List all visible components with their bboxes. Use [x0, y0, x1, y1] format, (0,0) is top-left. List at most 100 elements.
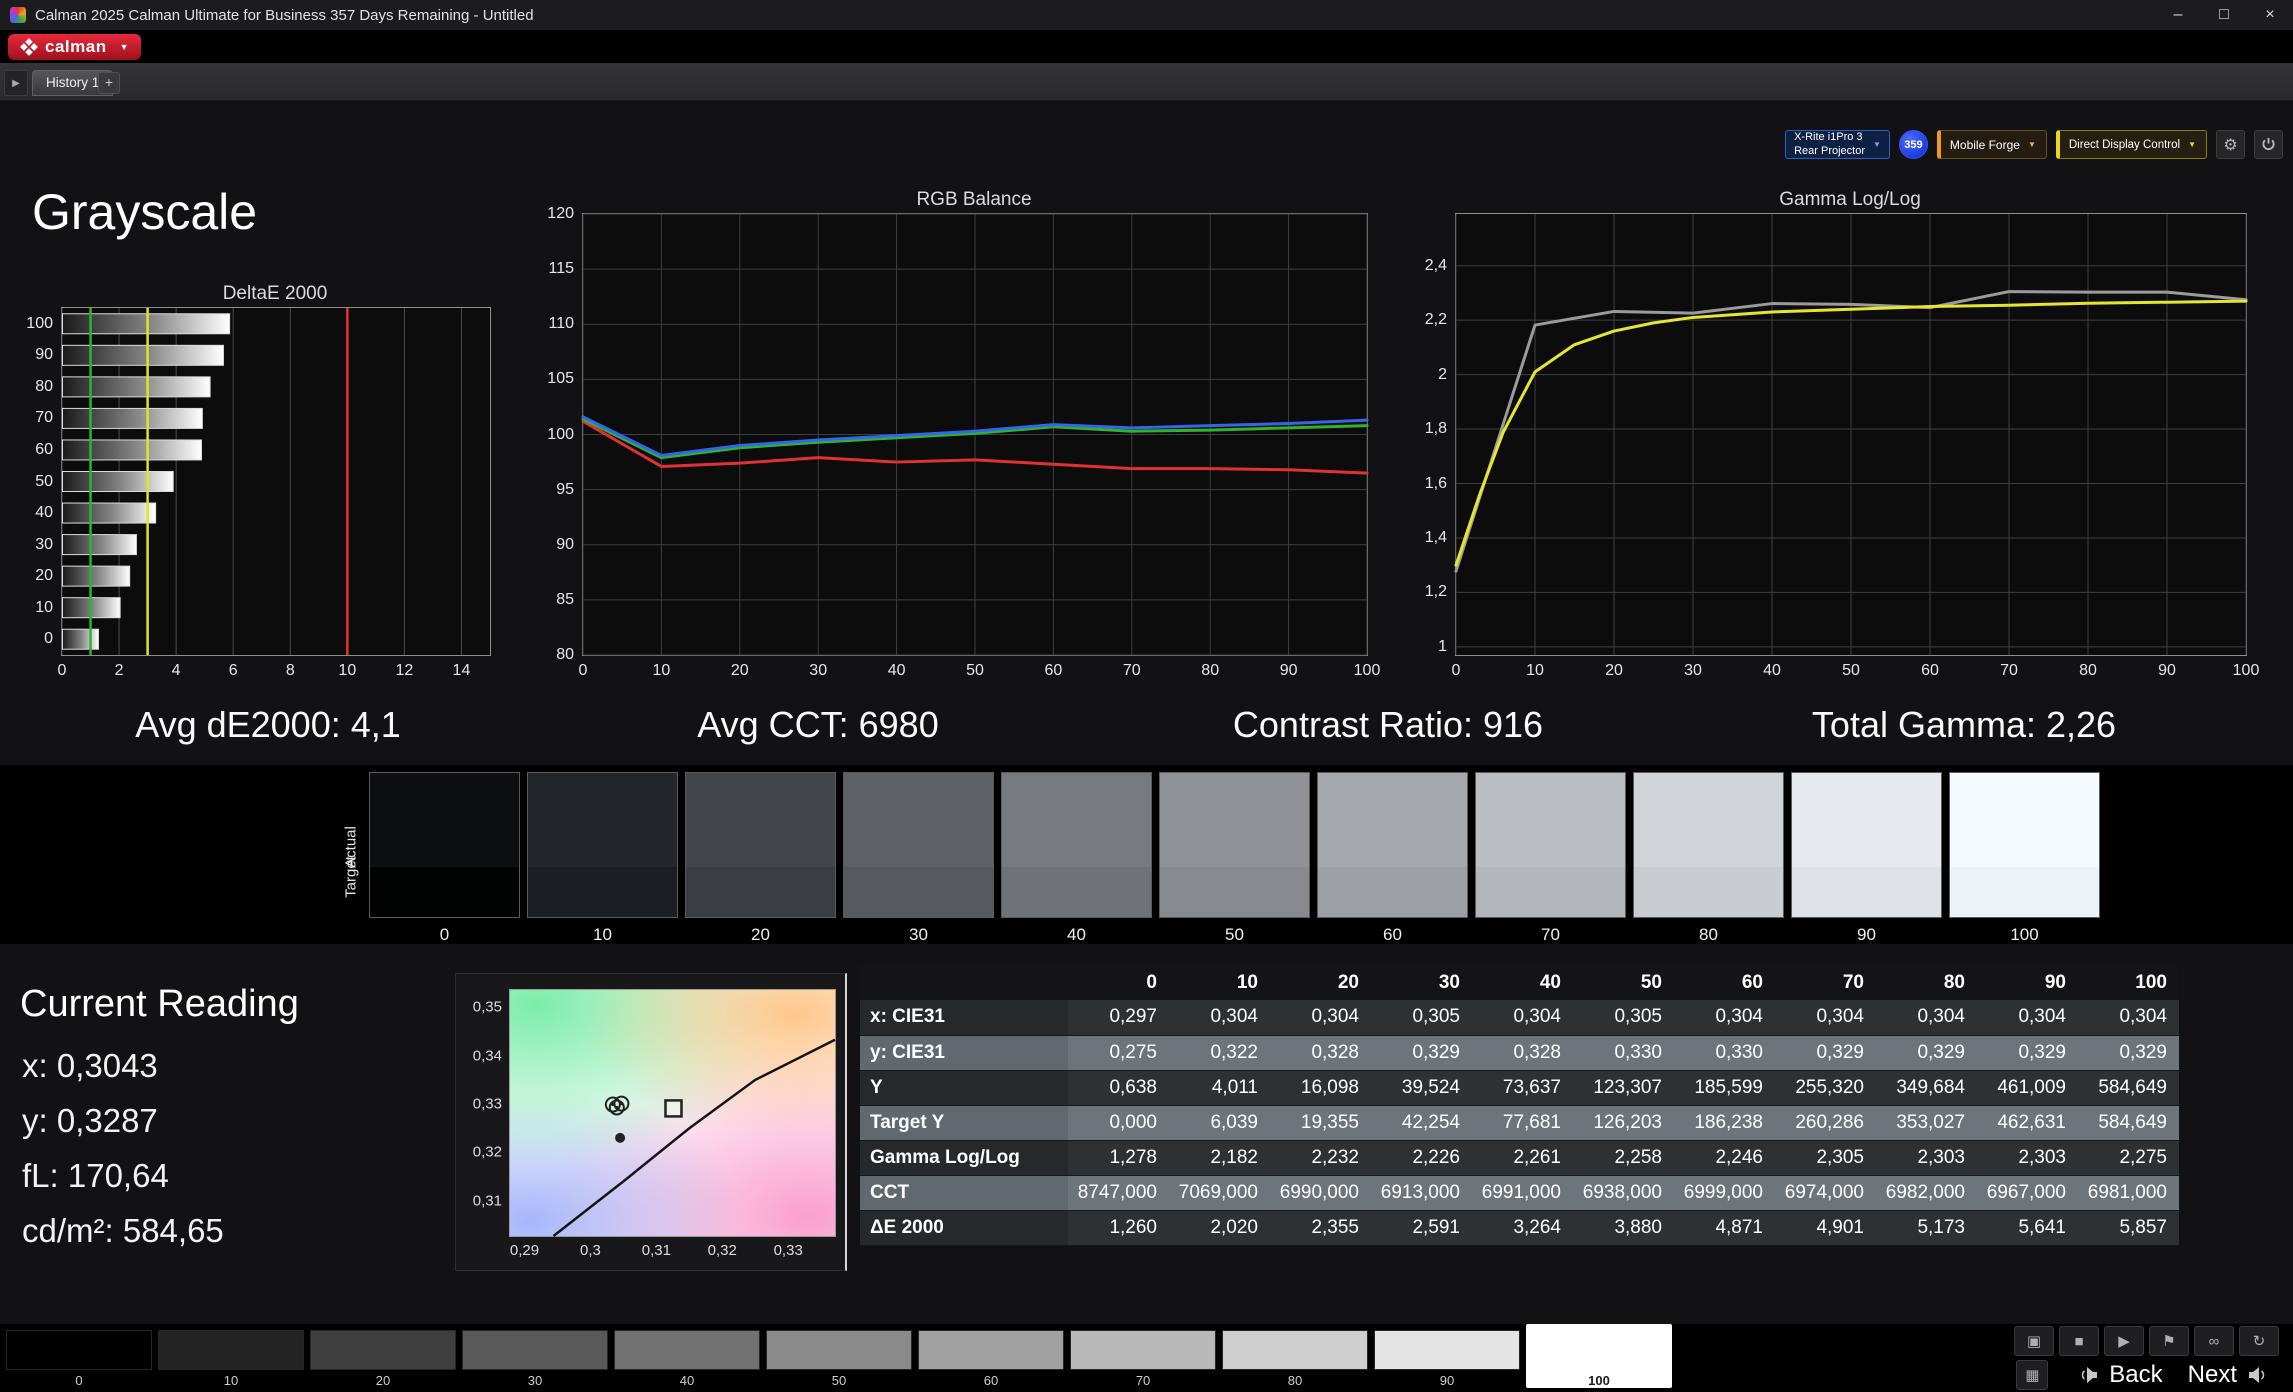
pattern-patch-10[interactable]: 10	[158, 1330, 304, 1388]
table-cell: 7069,000	[1169, 1175, 1270, 1211]
table-column-header: 90	[1977, 965, 2078, 1000]
minimize-button[interactable]: –	[2155, 0, 2201, 30]
stop-icon: ■	[2074, 1332, 2084, 1350]
swatch-level-label: 80	[1699, 925, 1718, 944]
pattern-patch-60[interactable]: 60	[918, 1330, 1064, 1388]
calman-menu-button[interactable]: calman ▼	[8, 34, 141, 60]
flag-button[interactable]: ⚑	[2149, 1326, 2189, 1356]
stop-button[interactable]: ■	[2059, 1326, 2099, 1356]
table-cell: 6982,000	[1876, 1175, 1977, 1211]
table-cell: 5,173	[1876, 1210, 1977, 1246]
table-cell: 0,329	[1977, 1035, 2078, 1071]
logo-bar: calman ▼	[0, 30, 2293, 79]
meter-count-badge[interactable]: 359	[1898, 130, 1928, 159]
axis-tick-label: 0	[57, 662, 67, 679]
pattern-patch-30[interactable]: 30	[462, 1330, 608, 1388]
grayscale-swatch-30: 30	[843, 772, 994, 945]
table-cell: 5,857	[2078, 1210, 2179, 1246]
axis-tick-label: 50	[1842, 662, 1860, 679]
snapshot-button[interactable]: ▣	[2014, 1326, 2054, 1356]
calman-wordmark: calman	[45, 37, 107, 56]
continuous-read-button[interactable]: ∞	[2194, 1326, 2234, 1356]
axis-tick-label: 70	[2000, 662, 2018, 679]
layout-grid-button[interactable]: ▦	[2016, 1360, 2049, 1390]
cie-chromaticity-chart: 0,29 0,3 0,31 0,32 0,33 0,31 0,32 0,33 0,34 0,35	[473, 989, 836, 1259]
table-cell: 73,637	[1472, 1070, 1573, 1106]
table-cell: 2,355	[1270, 1210, 1371, 1246]
pattern-patch-90[interactable]: 90	[1374, 1330, 1520, 1388]
pattern-patch-40[interactable]: 40	[614, 1330, 760, 1388]
table-row-label: x: CIE31	[860, 1000, 1068, 1036]
table-row-label: y: CIE31	[860, 1035, 1068, 1071]
settings-button[interactable]: ⚙	[2216, 130, 2245, 159]
swatch-level-label: 70	[1541, 925, 1560, 944]
display-control-dropdown[interactable]: Direct Display Control ▼	[2055, 130, 2207, 159]
pattern-patch-80[interactable]: 80	[1222, 1330, 1368, 1388]
table-cell: 4,871	[1674, 1210, 1775, 1246]
pattern-swatch	[1374, 1330, 1520, 1370]
table-column-header: 40	[1472, 965, 1573, 1000]
table-cell: 0,329	[2078, 1035, 2179, 1071]
grayscale-swatch-0: 0	[369, 772, 520, 945]
pattern-patch-70[interactable]: 70	[1070, 1330, 1216, 1388]
maximize-button[interactable]: □	[2201, 0, 2247, 30]
panel-expander-button[interactable]: ▶	[4, 70, 28, 96]
pattern-patch-50[interactable]: 50	[766, 1330, 912, 1388]
axis-tick-label: 0,33	[472, 1095, 502, 1113]
axis-tick-label: 1,4	[1424, 528, 1447, 546]
speaker-right-icon	[2249, 1367, 2265, 1383]
back-button[interactable]: Back	[2067, 1360, 2172, 1390]
navigation-buttons-row: ▦ Back Next	[2016, 1360, 2279, 1390]
total-gamma-stat: Total Gamma: 2,26	[1811, 704, 2117, 745]
axis-tick-label: 0	[1451, 662, 1461, 679]
play-button[interactable]: ▶	[2104, 1326, 2144, 1356]
axis-tick-label: 30	[35, 535, 53, 553]
table-cell: 6999,000	[1674, 1175, 1775, 1211]
table-cell: 0,330	[1573, 1035, 1674, 1071]
pattern-level-label: 80	[1287, 1373, 1303, 1388]
refresh-button[interactable]: ↻	[2239, 1326, 2279, 1356]
next-button[interactable]: Next	[2178, 1360, 2279, 1390]
table-cell: 0,304	[1977, 1000, 2078, 1036]
avg-cct-stat: Avg CCT: 6980	[697, 704, 939, 745]
swatch-target	[1476, 866, 1625, 917]
window-controls: – □ ×	[2155, 0, 2293, 30]
meter-selector-dropdown[interactable]: X-Rite i1Pro 3 Rear Projector ▼	[1785, 130, 1890, 159]
swatch-target	[1634, 866, 1783, 917]
table-cell: 2,020	[1169, 1210, 1270, 1246]
pattern-swatch	[918, 1330, 1064, 1370]
reading-cdm2: cd/m²: 584,65	[22, 1212, 224, 1249]
table-row: ΔE 2000 1,260 2,020 2,355 2,591 3,264 3,880 4,8…	[860, 1210, 2179, 1246]
swatch-level-label: 10	[593, 925, 612, 944]
axis-tick-label: 0,33	[773, 1242, 803, 1259]
add-tab-button[interactable]: +	[98, 72, 120, 94]
swatch-box	[369, 772, 520, 918]
swatch-actual	[686, 773, 835, 867]
pattern-level-label: 70	[1135, 1373, 1151, 1388]
axis-tick-label: 115	[548, 260, 574, 278]
pattern-patch-0[interactable]: 0	[6, 1330, 152, 1388]
table-cell: 1,260	[1068, 1210, 1169, 1246]
axis-tick-label: 40	[1763, 662, 1781, 679]
power-button[interactable]	[2254, 130, 2283, 159]
axis-tick-label: 4	[171, 662, 181, 679]
meter-widget-group: X-Rite i1Pro 3 Rear Projector ▼ 359 Mobi…	[1785, 130, 2283, 159]
axis-tick-label: 100	[547, 425, 574, 443]
table-cell: 0,330	[1674, 1035, 1775, 1071]
table-cell: 42,254	[1371, 1105, 1472, 1141]
table-header-row: 0 10 20 30 40 50 60 70 80 90 100	[860, 965, 2179, 1000]
axis-tick-label: 90	[2158, 662, 2176, 679]
table-cell: 0,304	[1876, 1000, 1977, 1036]
table-row-label: Gamma Log/Log	[860, 1140, 1068, 1176]
close-button[interactable]: ×	[2247, 0, 2293, 30]
table-column-header: 100	[2078, 965, 2179, 1000]
source-selector-dropdown[interactable]: Mobile Forge ▼	[1936, 130, 2047, 159]
swatch-level-label: 100	[2010, 925, 2039, 944]
table-cell: 0,304	[2078, 1000, 2179, 1036]
axis-tick-label: 12	[395, 662, 414, 679]
pattern-patch-100[interactable]: 100	[1526, 1324, 1672, 1388]
pattern-patch-20[interactable]: 20	[310, 1330, 456, 1388]
table-cell: 353,027	[1876, 1105, 1977, 1141]
table-cell: 6,039	[1169, 1105, 1270, 1141]
axis-tick-label: 0,32	[707, 1242, 737, 1259]
